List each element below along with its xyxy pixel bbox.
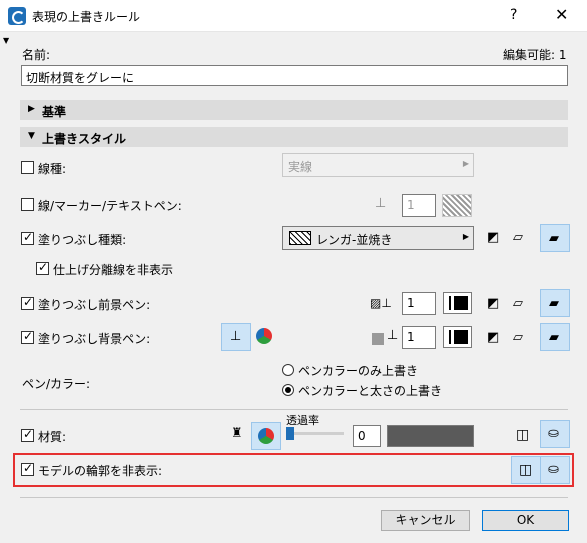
fill-bg-pen-input[interactable]: 1	[402, 326, 436, 349]
collapse-arrow-icon: ▼	[28, 131, 35, 141]
collapse-arrow-icon[interactable]: ▼	[3, 36, 9, 45]
material-cut-icon[interactable]: ◫	[516, 427, 529, 443]
finish-lines-checkbox[interactable]	[36, 260, 49, 275]
fill-drafting-icon: ▰	[549, 330, 559, 345]
fill-cut-icon[interactable]: ◩	[487, 230, 499, 245]
name-input[interactable]: 切断材質をグレーに	[21, 65, 568, 86]
surface-icon: ⛀	[548, 426, 559, 441]
cube-icon: ◫	[519, 462, 533, 478]
material-surface-button[interactable]: ⛀	[540, 420, 570, 448]
section-override-style[interactable]: ▼ 上書きスタイル	[20, 127, 568, 147]
fill-cut-icon[interactable]: ◩	[487, 330, 499, 345]
chevron-right-icon: ▶	[462, 232, 469, 241]
fill-drafting-button[interactable]: ▰	[540, 224, 570, 252]
transparency-label: 透過率	[286, 414, 319, 427]
window-title: 表現の上書きルール	[32, 10, 141, 24]
fill-cut-icon[interactable]: ◩	[487, 296, 499, 311]
hide-contour-label: モデルの輪郭を非表示:	[38, 464, 163, 478]
bg-fill-icon	[372, 333, 384, 345]
hatch-icon	[289, 231, 311, 245]
brush-icon: ♜	[231, 426, 243, 441]
line-type-checkbox[interactable]	[21, 161, 34, 174]
fill-fg-pen-input[interactable]: 1	[402, 292, 436, 315]
surface-icon: ⛀	[548, 462, 559, 477]
divider	[20, 497, 568, 498]
fill-fg-pen-label: 塗りつぶし前景ペン:	[38, 298, 151, 312]
fill-bg-pen-swatch[interactable]	[443, 326, 472, 348]
ok-button[interactable]: OK	[482, 510, 569, 531]
color-wheel-icon[interactable]	[256, 328, 272, 344]
fill-type-select[interactable]: レンガ-並焼き ▶	[282, 226, 474, 250]
contour-cut-button[interactable]: ◫	[511, 456, 541, 484]
pen-color-only-label: ペンカラーのみ上書き	[298, 364, 419, 378]
contour-surface-button[interactable]: ⛀	[540, 456, 570, 484]
pen-color-weight-label: ペンカラーと太さの上書き	[298, 384, 443, 398]
pen-icon: ⊥	[375, 196, 387, 211]
pen-color-only-radio[interactable]	[282, 364, 294, 376]
marker-pen-label: 線/マーカー/テキストペン:	[38, 199, 182, 213]
fill-type-checkbox[interactable]	[21, 230, 34, 245]
marker-pen-input[interactable]: 1	[402, 194, 436, 217]
fill-bg-pen-label: 塗りつぶし背景ペン:	[38, 332, 151, 346]
transparency-input[interactable]: 0	[353, 425, 381, 447]
pen-icon: ⊥	[387, 328, 399, 343]
pen-swatch-disabled[interactable]	[442, 194, 472, 217]
pen-color-label: ペン/カラー:	[22, 377, 91, 391]
material-checkbox[interactable]	[21, 427, 34, 442]
fill-drafting-button[interactable]: ▰	[540, 323, 570, 351]
line-type-label: 線種:	[38, 162, 67, 176]
line-type-select[interactable]: 実線 ▶	[282, 153, 474, 177]
fill-fg-pen-checkbox[interactable]	[21, 295, 34, 310]
pen-icon: ⊥	[230, 329, 242, 344]
pen-mode-button[interactable]: ⊥	[221, 323, 251, 351]
expand-arrow-icon: ▶	[28, 104, 35, 114]
fg-pen-icon: ▨⊥	[370, 296, 392, 310]
fill-type-label: 塗りつぶし種類:	[38, 233, 127, 247]
fill-fg-pen-swatch[interactable]	[443, 292, 472, 314]
color-wheel-icon	[258, 428, 274, 444]
material-label: 材質:	[38, 430, 67, 444]
fill-cover-icon[interactable]: ▱	[513, 330, 523, 345]
close-button[interactable]: ✕	[555, 5, 568, 24]
section-criteria[interactable]: ▶ 基準	[20, 100, 568, 120]
help-button[interactable]: ?	[510, 7, 517, 23]
app-icon	[8, 7, 26, 25]
finish-lines-label: 仕上げ分離線を非表示	[53, 263, 174, 277]
name-label: 名前:	[22, 48, 51, 62]
fill-drafting-button[interactable]: ▰	[540, 289, 570, 317]
fill-cover-icon[interactable]: ▱	[513, 296, 523, 311]
editable-label: 編集可能: 1	[503, 48, 567, 62]
name-input-value: 切断材質をグレーに	[26, 71, 135, 85]
divider	[20, 409, 568, 410]
material-swatch[interactable]	[387, 425, 474, 447]
transparency-slider-handle[interactable]	[286, 427, 294, 440]
cancel-button[interactable]: キャンセル	[381, 510, 470, 531]
fill-cover-icon[interactable]: ▱	[513, 230, 523, 245]
transparency-slider-track[interactable]	[288, 432, 344, 435]
pen-color-weight-radio[interactable]	[282, 384, 294, 396]
material-color-button[interactable]	[251, 422, 281, 450]
hide-contour-checkbox[interactable]	[21, 461, 34, 476]
chevron-right-icon: ▶	[462, 159, 469, 168]
fill-drafting-icon: ▰	[549, 296, 559, 311]
fill-bg-pen-checkbox[interactable]	[21, 329, 34, 344]
marker-pen-checkbox[interactable]	[21, 198, 34, 211]
fill-drafting-icon: ▰	[549, 231, 559, 246]
